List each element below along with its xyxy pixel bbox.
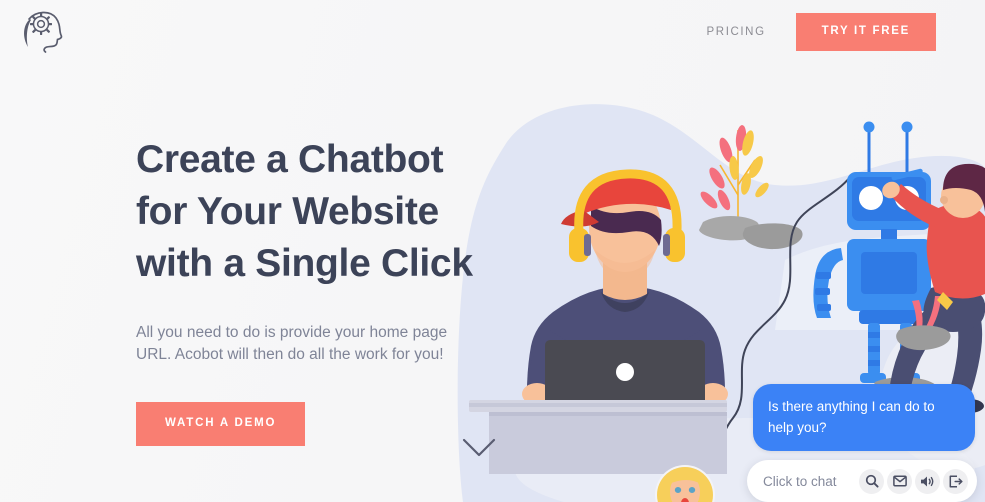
nav-link-pricing[interactable]: PRICING [707,26,766,38]
try-it-free-button[interactable]: TRY IT FREE [795,13,936,51]
chat-action-icons [859,468,968,494]
exit-icon[interactable] [943,468,968,494]
headline-line-2: for Your Website [136,190,439,233]
landing-page: PRICING TRY IT FREE Create a Chatbot for… [0,0,985,502]
chat-input[interactable]: Click to chat [763,474,859,489]
header-nav: PRICING TRY IT FREE [707,13,936,51]
watch-a-demo-button[interactable]: WATCH A DEMO [136,402,306,446]
sound-icon[interactable] [915,468,940,494]
head-with-gear-icon [24,11,63,53]
search-icon[interactable] [859,468,884,494]
mail-icon[interactable] [887,468,912,494]
desk [469,400,727,474]
chat-input-bar[interactable]: Click to chat [747,460,977,502]
headline-line-3: with a Single Click [136,242,473,285]
chevron-down-icon [462,438,496,457]
brand-logo[interactable] [16,6,68,56]
laptop [545,340,705,404]
chat-widget: Is there anything I can do to help you? … [747,384,977,502]
site-header: PRICING TRY IT FREE [0,0,985,64]
hero-subtext: All you need to do is provide your home … [136,324,448,363]
scroll-down-indicator[interactable] [462,438,496,458]
chat-bot-message: Is there anything I can do to help you? [753,384,975,451]
headline-line-1: Create a Chatbot [136,138,444,181]
hero-copy: Create a Chatbot for Your Website with a… [136,134,476,446]
page-title: Create a Chatbot for Your Website with a… [136,134,476,290]
